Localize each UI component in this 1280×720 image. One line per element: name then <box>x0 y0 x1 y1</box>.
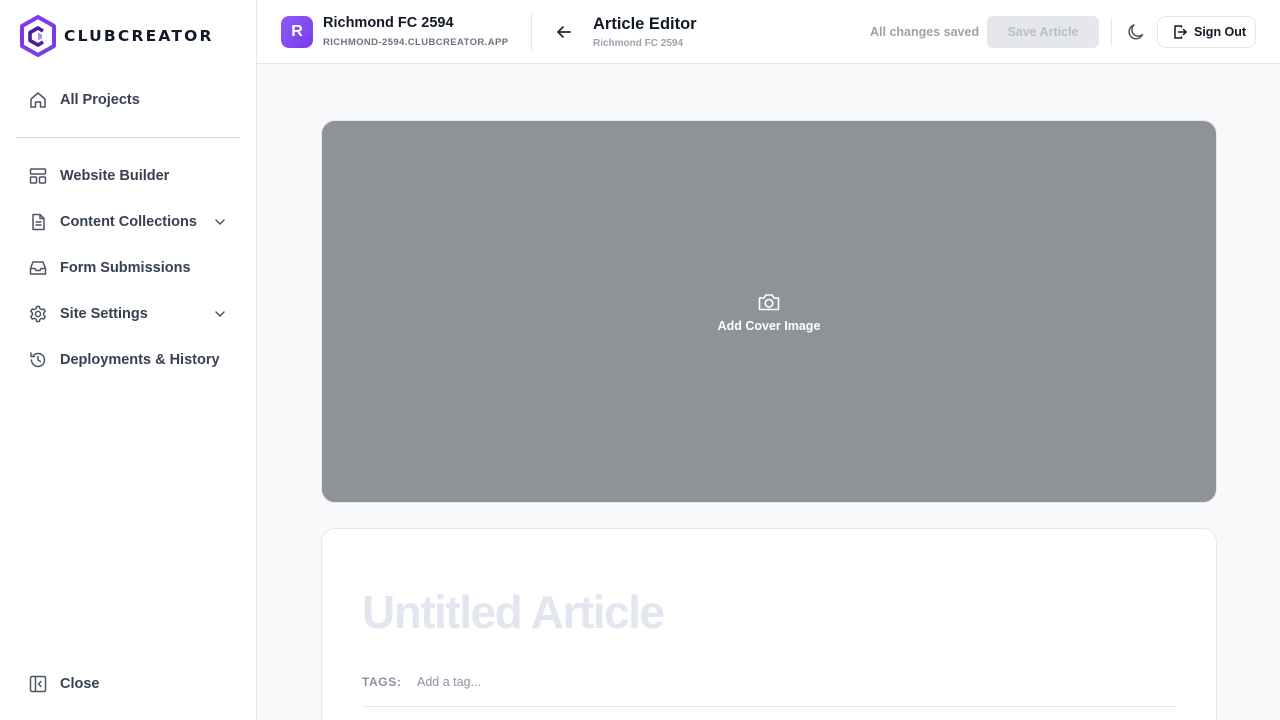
top-header: R Richmond FC 2594 RICHMOND-2594.CLUBCRE… <box>257 0 1280 64</box>
sidebar-item-label: Content Collections <box>60 214 197 230</box>
sign-out-icon <box>1174 25 1187 39</box>
home-icon <box>28 90 48 110</box>
project-name: Richmond FC 2594 <box>323 15 454 31</box>
layout-icon <box>28 166 48 186</box>
brand-logo[interactable]: CLUBCREATOR <box>19 15 214 57</box>
sidebar-divider <box>16 137 240 138</box>
page-subtitle: Richmond FC 2594 <box>593 38 684 49</box>
sidebar-item-all-projects[interactable]: All Projects <box>16 80 240 120</box>
header-divider <box>531 12 532 50</box>
header-divider <box>1111 18 1112 46</box>
chevron-down-icon[interactable] <box>212 306 228 322</box>
article-title-input[interactable] <box>362 581 1142 643</box>
add-cover-image-label: Add Cover Image <box>717 318 821 333</box>
project-domain: RICHMOND-2594.CLUBCREATOR.APP <box>323 37 509 48</box>
cover-image-dropzone[interactable]: Add Cover Image <box>321 120 1217 503</box>
sidebar-item-label: Site Settings <box>60 306 148 322</box>
save-status: All changes saved <box>870 25 980 39</box>
sidebar-item-label: Deployments & History <box>60 352 220 368</box>
inbox-icon <box>28 258 48 278</box>
back-button[interactable] <box>554 22 574 42</box>
page-title: Article Editor <box>593 15 697 33</box>
camera-icon <box>758 293 780 310</box>
card-divider <box>362 706 1176 707</box>
save-article-button[interactable]: Save Article <box>987 16 1099 48</box>
sidebar-item-form-submissions[interactable]: Form Submissions <box>16 248 240 288</box>
article-card: TAGS: <box>321 528 1217 720</box>
sidebar-item-deployments-history[interactable]: Deployments & History <box>16 340 240 380</box>
sign-out-label: Sign Out <box>1194 25 1247 39</box>
sidebar-item-label: Website Builder <box>60 168 170 184</box>
gear-icon <box>28 304 48 324</box>
sidebar-item-content-collections[interactable]: Content Collections <box>16 202 240 242</box>
sidebar-item-label: All Projects <box>60 92 140 108</box>
arrow-left-icon <box>557 26 571 38</box>
history-icon <box>28 350 48 370</box>
sidebar-close-label: Close <box>60 676 100 692</box>
sidebar: CLUBCREATOR All Projects Website Builder… <box>0 0 257 720</box>
document-icon <box>28 212 48 232</box>
brand-name: CLUBCREATOR <box>64 27 214 45</box>
sidebar-close-button[interactable]: Close <box>16 664 240 704</box>
chevron-down-icon[interactable] <box>212 214 228 230</box>
sign-out-button[interactable]: Sign Out <box>1157 16 1256 48</box>
project-avatar[interactable]: R <box>281 16 313 48</box>
sidebar-item-website-builder[interactable]: Website Builder <box>16 156 240 196</box>
tag-input[interactable] <box>417 672 717 692</box>
tags-label: TAGS: <box>362 675 402 689</box>
sidebar-item-label: Form Submissions <box>60 260 191 276</box>
sidebar-item-site-settings[interactable]: Site Settings <box>16 294 240 334</box>
sidebar-collapse-icon <box>28 674 48 694</box>
theme-toggle-button[interactable] <box>1125 21 1147 43</box>
moon-icon <box>1128 24 1144 40</box>
logo-mark-icon <box>20 15 56 57</box>
